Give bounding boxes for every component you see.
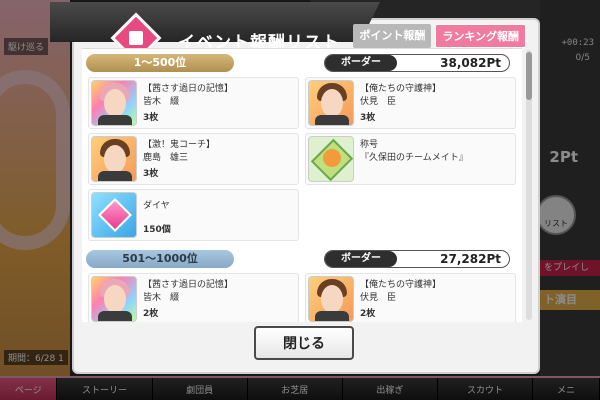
scroll-thumb[interactable] (526, 52, 532, 100)
medal-icon (308, 136, 354, 182)
reward-item[interactable]: ダイヤ 150個 (88, 189, 299, 241)
reward-tabs: ポイント報酬 ランキング報酬 (353, 24, 526, 48)
reward-item[interactable]: 【激！鬼コーチ】 鹿島 雄三 3枚 (88, 133, 299, 185)
reward-name: 『久保田のチームメイト』 (360, 153, 468, 163)
reward-item[interactable]: 称号 『久保田のチームメイト』 (305, 133, 516, 185)
reward-count: 3枚 (143, 169, 159, 179)
rank-range: 501～1000位 (86, 250, 234, 268)
rank-section: 501～1000位 ボーダー 27,282Pt 【茜さす過日の記憶】 皆木 綴 … (82, 245, 522, 322)
card-icon (91, 136, 137, 182)
reward-name: 皆木 綴 (143, 293, 180, 303)
border-box: ボーダー 27,282Pt (324, 250, 510, 268)
tab-ranking-reward[interactable]: ランキング報酬 (435, 24, 526, 48)
rank-section-header: 1～500位 ボーダー 38,082Pt (86, 51, 518, 73)
reward-title: 【俺たちの守護神】 (360, 280, 442, 290)
reward-grid: 【茜さす過日の記憶】 皆木 綴 2枚 【俺たちの守護神】 伏見 臣 2枚 (86, 273, 518, 322)
rank-range: 1～500位 (86, 54, 234, 72)
border-label: ボーダー (325, 55, 397, 71)
border-value: 27,282Pt (440, 252, 501, 266)
border-value: 38,082Pt (440, 56, 501, 70)
rank-section: 1～500位 ボーダー 38,082Pt 【茜さす過日の記憶】 皆木 綴 3枚 (82, 49, 522, 245)
reward-list-modal: イベント報酬リスト ポイント報酬 ランキング報酬 1～500位 ボーダー 38,… (50, 2, 540, 374)
reward-count: 2枚 (360, 309, 376, 319)
close-button[interactable]: 閉じる (254, 326, 354, 360)
reward-title: ダイヤ (143, 201, 170, 211)
reward-title: 称号 (360, 140, 379, 150)
card-icon (308, 80, 354, 126)
reward-count: 3枚 (143, 113, 159, 123)
reward-name: 鹿島 雄三 (143, 153, 189, 163)
reward-title: 【俺たちの守護神】 (360, 84, 442, 94)
diamond-icon (91, 192, 137, 238)
reward-count: 2枚 (143, 309, 159, 319)
reward-grid: 【茜さす過日の記憶】 皆木 綴 3枚 【俺たちの守護神】 伏見 臣 3枚 【激！… (86, 77, 518, 241)
reward-item[interactable]: 【茜さす過日の記憶】 皆木 綴 2枚 (88, 273, 299, 322)
reward-list[interactable]: 1～500位 ボーダー 38,082Pt 【茜さす過日の記憶】 皆木 綴 3枚 (82, 48, 522, 322)
card-icon (308, 276, 354, 322)
tab-point-reward[interactable]: ポイント報酬 (353, 24, 432, 48)
border-label: ボーダー (325, 251, 397, 267)
reward-title: 【茜さす過日の記憶】 (143, 280, 234, 290)
rank-section-header: 501～1000位 ボーダー 27,282Pt (86, 247, 518, 269)
reward-count: 150個 (143, 225, 171, 235)
reward-title: 【茜さす過日の記憶】 (143, 84, 234, 94)
reward-title: 【激！鬼コーチ】 (143, 140, 216, 150)
reward-item[interactable]: 【茜さす過日の記憶】 皆木 綴 3枚 (88, 77, 299, 129)
card-icon (91, 276, 137, 322)
reward-name: 皆木 綴 (143, 97, 180, 107)
reward-item[interactable]: 【俺たちの守護神】 伏見 臣 3枚 (305, 77, 516, 129)
reward-name: 伏見 臣 (360, 97, 397, 107)
card-icon (91, 80, 137, 126)
border-box: ボーダー 38,082Pt (324, 54, 510, 72)
reward-count: 3枚 (360, 113, 376, 123)
reward-name: 伏見 臣 (360, 293, 397, 303)
present-icon-inner (129, 31, 143, 45)
list-scrollbar[interactable] (526, 50, 532, 320)
reward-item[interactable]: 【俺たちの守護神】 伏見 臣 2枚 (305, 273, 516, 322)
